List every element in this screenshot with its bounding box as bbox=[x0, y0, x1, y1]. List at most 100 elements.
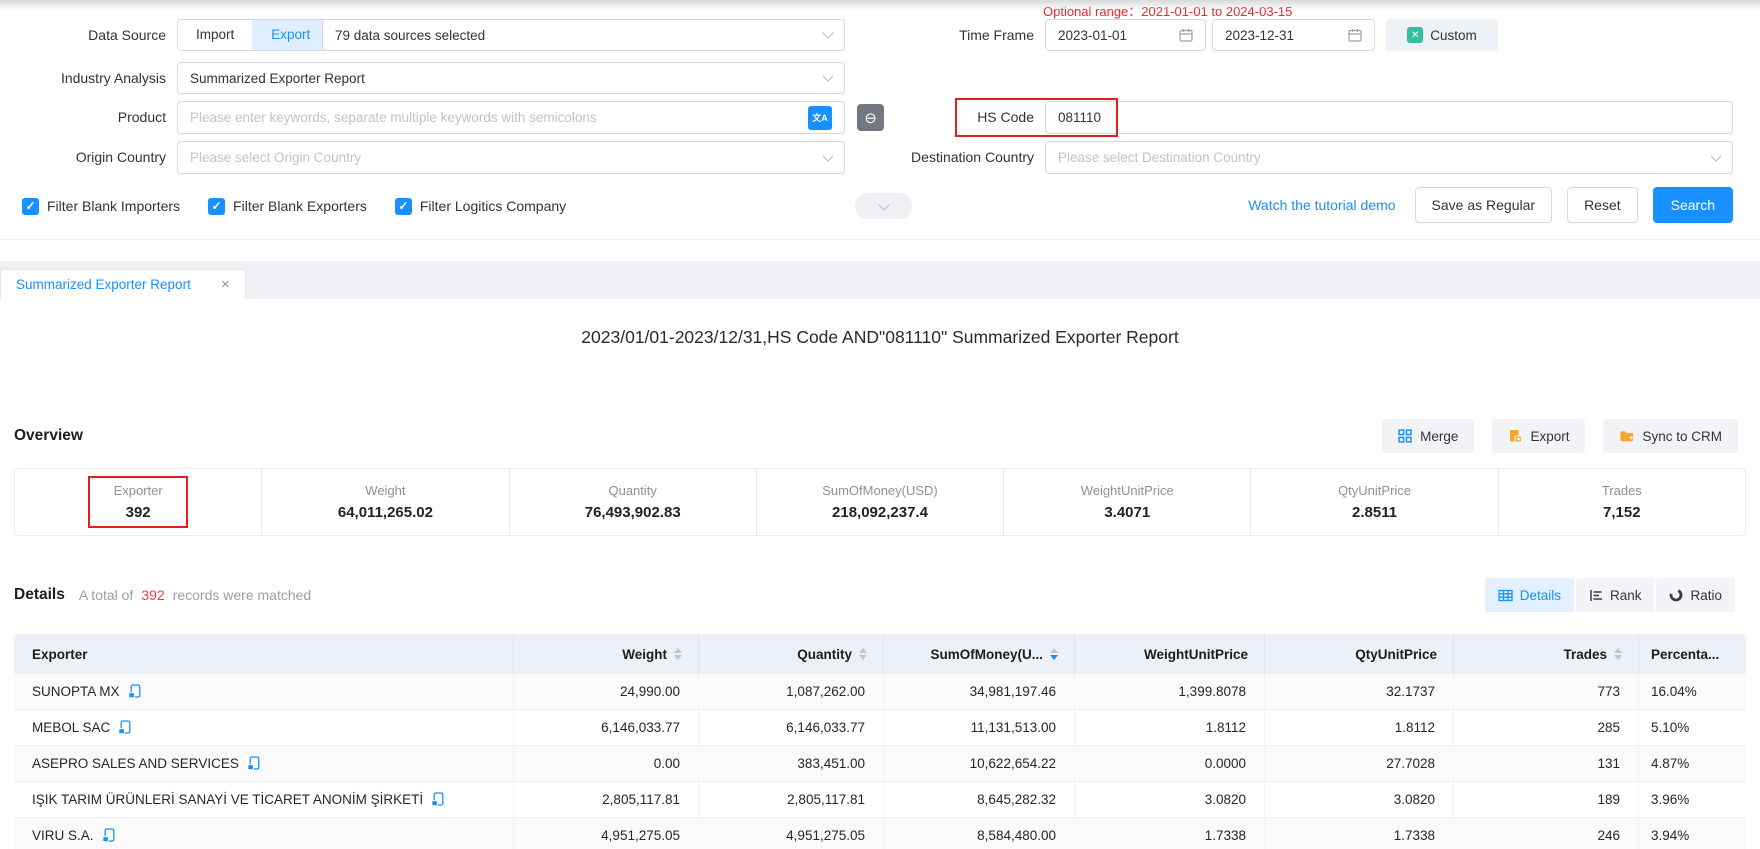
column-header-weight[interactable]: Weight bbox=[514, 634, 699, 674]
origin-country-placeholder: Please select Origin Country bbox=[190, 150, 361, 165]
stat-label: Weight bbox=[365, 483, 405, 498]
industry-analysis-value: Summarized Exporter Report bbox=[190, 71, 365, 86]
column-header-trades[interactable]: Trades bbox=[1454, 634, 1639, 674]
cell-qty-unit-price: 1.7338 bbox=[1265, 818, 1454, 849]
table-row[interactable]: VIRU S.A. 4,951,275.05 4,951,275.05 8,58… bbox=[14, 818, 1746, 849]
filter-panel: Data Source Import Export 79 data source… bbox=[0, 0, 1760, 240]
report-title: 2023/01/01-2023/12/31,HS Code AND"081110… bbox=[0, 327, 1760, 348]
stat-qty-unit-price: QtyUnitPrice 2.8511 bbox=[1250, 469, 1497, 535]
column-header-sum-of-money[interactable]: SumOfMoney(U... bbox=[884, 634, 1075, 674]
reset-button[interactable]: Reset bbox=[1567, 187, 1638, 223]
export-toggle-button[interactable]: Export bbox=[252, 20, 328, 50]
origin-country-select[interactable]: Please select Origin Country bbox=[177, 141, 845, 174]
sort-icon[interactable] bbox=[859, 648, 867, 660]
cell-weight: 6,146,033.77 bbox=[514, 710, 699, 745]
company-profile-icon[interactable] bbox=[118, 720, 132, 735]
summary-count: 392 bbox=[141, 587, 164, 603]
custom-timeframe-button[interactable]: ✕ Custom bbox=[1386, 19, 1498, 51]
cell-quantity: 383,451.00 bbox=[699, 746, 884, 781]
column-header-weight-unit-price[interactable]: WeightUnitPrice bbox=[1075, 634, 1265, 674]
cell-qty-unit-price: 1.8112 bbox=[1265, 710, 1454, 745]
company-profile-icon[interactable] bbox=[431, 792, 445, 807]
product-keywords-input[interactable] bbox=[190, 110, 808, 125]
stat-value: 76,493,902.83 bbox=[585, 504, 681, 521]
column-header-quantity[interactable]: Quantity bbox=[699, 634, 884, 674]
cell-weight-unit-price: 1.7338 bbox=[1075, 818, 1265, 849]
cell-quantity: 2,805,117.81 bbox=[699, 782, 884, 817]
table-row[interactable]: MEBOL SAC 6,146,033.77 6,146,033.77 11,1… bbox=[14, 710, 1746, 746]
column-header-exporter[interactable]: Exporter bbox=[14, 634, 514, 674]
rank-view-button[interactable]: Rank bbox=[1576, 578, 1655, 612]
stat-weight-unit-price: WeightUnitPrice 3.4071 bbox=[1003, 469, 1250, 535]
sort-icon[interactable] bbox=[1614, 648, 1622, 660]
exporter-name-link[interactable]: IŞIK TARIM ÜRÜNLERİ SANAYİ VE TİCARET AN… bbox=[32, 792, 423, 807]
cell-weight-unit-price: 1.8112 bbox=[1075, 710, 1265, 745]
details-view-button[interactable]: Details bbox=[1485, 578, 1574, 612]
company-profile-icon[interactable] bbox=[247, 756, 261, 771]
sort-icon[interactable] bbox=[674, 648, 682, 660]
export-button[interactable]: Export bbox=[1492, 419, 1585, 453]
industry-analysis-label: Industry Analysis bbox=[0, 62, 166, 94]
cell-trades: 285 bbox=[1454, 710, 1639, 745]
details-summary: A total of 392 records were matched bbox=[79, 587, 311, 603]
table-row[interactable]: ASEPRO SALES AND SERVICES 0.00 383,451.0… bbox=[14, 746, 1746, 782]
details-table-icon bbox=[1498, 589, 1513, 602]
product-input-wrap: 文A bbox=[177, 101, 845, 134]
merge-button[interactable]: Merge bbox=[1382, 419, 1474, 453]
sort-icon-active-desc[interactable] bbox=[1050, 648, 1058, 660]
checkbox-checked-icon[interactable]: ✓ bbox=[395, 198, 412, 215]
table-header-row: Exporter Weight Quantity SumOfMoney(U...… bbox=[14, 634, 1746, 674]
view-switcher: Details Rank Ratio bbox=[1485, 578, 1735, 612]
checkbox-checked-icon[interactable]: ✓ bbox=[208, 198, 225, 215]
chevron-down-icon bbox=[822, 70, 833, 81]
start-date-input[interactable]: 2023-01-01 bbox=[1045, 19, 1206, 51]
time-frame-label: Time Frame bbox=[870, 19, 1034, 51]
data-sources-select[interactable]: 79 data sources selected bbox=[322, 19, 845, 51]
cell-trades: 246 bbox=[1454, 818, 1639, 849]
details-heading: Details bbox=[14, 586, 65, 604]
destination-country-select[interactable]: Please select Destination Country bbox=[1045, 141, 1733, 174]
custom-icon: ✕ bbox=[1407, 27, 1423, 43]
details-view-label: Details bbox=[1520, 588, 1561, 603]
company-profile-icon[interactable] bbox=[102, 828, 116, 843]
cell-qty-unit-price: 3.0820 bbox=[1265, 782, 1454, 817]
checkbox-filter-blank-importers[interactable]: ✓ Filter Blank Importers bbox=[22, 198, 180, 215]
column-header-qty-unit-price[interactable]: QtyUnitPrice bbox=[1265, 634, 1454, 674]
table-row[interactable]: IŞIK TARIM ÜRÜNLERİ SANAYİ VE TİCARET AN… bbox=[14, 782, 1746, 818]
save-as-regular-button[interactable]: Save as Regular bbox=[1415, 187, 1553, 223]
hs-code-input[interactable] bbox=[1058, 110, 1720, 125]
collapse-filters-button[interactable] bbox=[855, 193, 912, 219]
cell-quantity: 6,146,033.77 bbox=[699, 710, 884, 745]
exporter-name-link[interactable]: VIRU S.A. bbox=[32, 828, 94, 843]
stat-value: 218,092,237.4 bbox=[832, 504, 928, 521]
exporter-name-link[interactable]: MEBOL SAC bbox=[32, 720, 110, 735]
cell-percentage: 4.87% bbox=[1639, 746, 1746, 781]
checkbox-filter-logitics-company[interactable]: ✓ Filter Logitics Company bbox=[395, 198, 566, 215]
ratio-view-label: Ratio bbox=[1690, 588, 1722, 603]
translate-icon[interactable]: 文A bbox=[808, 106, 832, 130]
end-date-input[interactable]: 2023-12-31 bbox=[1212, 19, 1375, 51]
close-icon[interactable]: × bbox=[221, 276, 230, 293]
cell-weight: 2,805,117.81 bbox=[514, 782, 699, 817]
import-toggle-button[interactable]: Import bbox=[178, 20, 252, 50]
cell-sum-of-money: 8,584,480.00 bbox=[884, 818, 1075, 849]
exporter-name-link[interactable]: ASEPRO SALES AND SERVICES bbox=[32, 756, 239, 771]
exporter-name-link[interactable]: SUNOPTA MX bbox=[32, 684, 120, 699]
details-row: Details A total of 392 records were matc… bbox=[14, 578, 1735, 612]
company-profile-icon[interactable] bbox=[128, 684, 142, 699]
column-header-percentage[interactable]: Percenta... bbox=[1639, 634, 1746, 674]
rank-chart-icon bbox=[1589, 589, 1603, 602]
ratio-view-button[interactable]: Ratio bbox=[1656, 578, 1735, 612]
calendar-icon bbox=[1179, 28, 1193, 42]
checkbox-checked-icon[interactable]: ✓ bbox=[22, 198, 39, 215]
industry-analysis-select[interactable]: Summarized Exporter Report bbox=[177, 62, 845, 94]
tutorial-demo-link[interactable]: Watch the tutorial demo bbox=[1248, 197, 1395, 213]
table-row[interactable]: SUNOPTA MX 24,990.00 1,087,262.00 34,981… bbox=[14, 674, 1746, 710]
sync-to-crm-button[interactable]: Sync to CRM bbox=[1603, 419, 1738, 453]
tab-summarized-exporter-report[interactable]: Summarized Exporter Report × bbox=[0, 269, 246, 299]
stat-label: Exporter bbox=[114, 483, 163, 498]
search-button[interactable]: Search bbox=[1653, 187, 1733, 223]
start-date-value: 2023-01-01 bbox=[1058, 28, 1127, 43]
checkbox-filter-blank-exporters[interactable]: ✓ Filter Blank Exporters bbox=[208, 198, 367, 215]
cell-trades: 189 bbox=[1454, 782, 1639, 817]
